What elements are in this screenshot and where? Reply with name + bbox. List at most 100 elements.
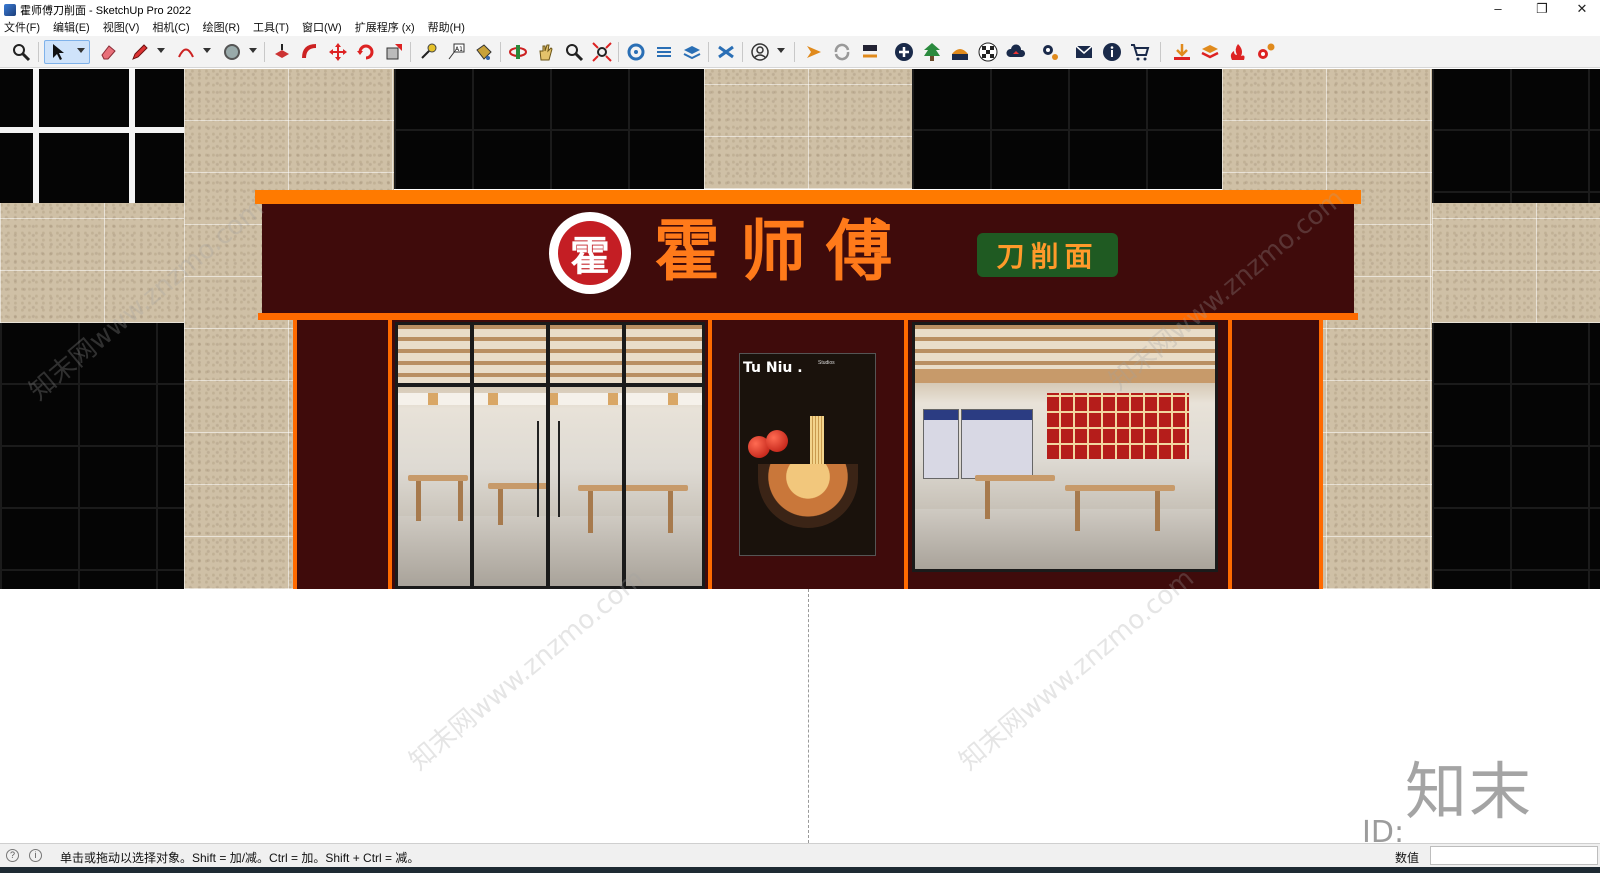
push-pull-icon[interactable] bbox=[270, 40, 294, 64]
axis-guide-line bbox=[808, 589, 809, 843]
pencil-icon[interactable] bbox=[128, 40, 152, 64]
zoom-icon[interactable] bbox=[9, 40, 33, 64]
orange-trim bbox=[904, 320, 908, 589]
menu-file[interactable]: 文件(F) bbox=[4, 19, 40, 35]
menu-tools[interactable]: 工具(T) bbox=[253, 19, 289, 35]
entrance-glass-doors bbox=[395, 322, 705, 589]
menu-help[interactable]: 帮助(H) bbox=[428, 19, 465, 35]
warehouse-icon[interactable] bbox=[624, 40, 648, 64]
tape-measure-icon[interactable] bbox=[416, 40, 440, 64]
circle-icon[interactable] bbox=[220, 40, 244, 64]
door-mullion bbox=[622, 325, 626, 586]
interior-ceiling bbox=[398, 325, 702, 385]
interior-menu-board bbox=[398, 393, 702, 405]
select-dropdown-icon[interactable] bbox=[77, 48, 85, 53]
component-icon[interactable] bbox=[714, 40, 738, 64]
gears-icon[interactable] bbox=[1254, 40, 1278, 64]
circle-dropdown-icon[interactable] bbox=[249, 48, 257, 53]
interior-floor bbox=[915, 509, 1215, 569]
cloud-icon[interactable] bbox=[1004, 40, 1028, 64]
menu-draw[interactable]: 绘图(R) bbox=[203, 19, 240, 35]
upper-window bbox=[394, 69, 704, 189]
sync-icon[interactable] bbox=[802, 40, 826, 64]
window-title: 霍师傅刀削面 - SketchUp Pro 2022 bbox=[20, 4, 192, 17]
window-frame bbox=[33, 69, 39, 203]
eraser-icon[interactable] bbox=[96, 40, 120, 64]
menu-extensions[interactable]: 扩展程序 (x) bbox=[355, 19, 415, 35]
interior-floor bbox=[398, 516, 702, 586]
close-button[interactable]: ✕ bbox=[1564, 0, 1600, 19]
upper-window bbox=[912, 69, 1222, 189]
toolbar-separator bbox=[38, 42, 39, 62]
measurements-input[interactable] bbox=[1430, 846, 1598, 865]
scale-icon[interactable] bbox=[382, 40, 406, 64]
zoom-extents-icon[interactable] bbox=[590, 40, 614, 64]
measurements-label: 数值 bbox=[1395, 851, 1420, 865]
pencil-dropdown-icon[interactable] bbox=[157, 48, 165, 53]
refresh-icon[interactable] bbox=[830, 40, 854, 64]
interior-chair bbox=[1155, 491, 1160, 531]
orange-trim bbox=[293, 320, 297, 589]
extension-icon[interactable] bbox=[652, 40, 676, 64]
menu-view[interactable]: 视图(V) bbox=[103, 19, 140, 35]
cart-icon[interactable] bbox=[1128, 40, 1152, 64]
door-handle bbox=[537, 421, 539, 517]
brand-logo: 霍 bbox=[549, 212, 631, 294]
checker-icon[interactable] bbox=[976, 40, 1000, 64]
promo-poster: Tu Niu . Studios bbox=[739, 353, 876, 556]
arc-dropdown-icon[interactable] bbox=[203, 48, 211, 53]
door-transom bbox=[398, 383, 702, 387]
orbit-icon[interactable] bbox=[506, 40, 530, 64]
door-mullion bbox=[470, 325, 474, 586]
menu-edit[interactable]: 编辑(E) bbox=[53, 19, 90, 35]
info-icon[interactable] bbox=[1100, 40, 1124, 64]
move-icon[interactable] bbox=[326, 40, 350, 64]
settings-icon[interactable] bbox=[1038, 40, 1062, 64]
download-icon[interactable] bbox=[1170, 40, 1194, 64]
stack-icon[interactable] bbox=[1198, 40, 1222, 64]
text-icon[interactable]: A1 bbox=[444, 40, 468, 64]
sketchup-window: 霍师傅刀削面 - SketchUp Pro 2022 – ❐ ✕ 文件(F) 编… bbox=[0, 0, 1600, 873]
chart-icon[interactable] bbox=[948, 40, 972, 64]
orange-trim bbox=[1319, 320, 1323, 589]
toolbar-separator bbox=[410, 42, 411, 62]
paint-bucket-icon[interactable] bbox=[472, 40, 496, 64]
model-viewport[interactable]: 霍 霍师傅 刀削面 Tu Niu . Studios 知末网www.znzmo.… bbox=[0, 69, 1600, 843]
interior-chair bbox=[458, 481, 463, 521]
tree-icon[interactable] bbox=[920, 40, 944, 64]
arc-icon[interactable] bbox=[174, 40, 198, 64]
interior-fridge bbox=[923, 409, 959, 479]
geo-location-icon[interactable]: ? bbox=[6, 849, 19, 862]
mail-icon[interactable] bbox=[1072, 40, 1096, 64]
interior-chair bbox=[588, 491, 593, 533]
toolbar-separator bbox=[794, 42, 795, 62]
interior-chair bbox=[668, 491, 673, 533]
sign-top-trim bbox=[255, 190, 1361, 204]
menu-camera[interactable]: 相机(C) bbox=[152, 19, 189, 35]
status-hint: 单击或拖动以选择对象。Shift = 加/减。Ctrl = 加。Shift + … bbox=[60, 851, 420, 865]
door-handle bbox=[558, 421, 560, 517]
pan-icon[interactable] bbox=[534, 40, 558, 64]
toolbar-separator bbox=[618, 42, 619, 62]
zoom-window-icon[interactable] bbox=[562, 40, 586, 64]
account-dropdown-icon[interactable] bbox=[777, 48, 785, 53]
poster-subtitle: Studios bbox=[818, 360, 835, 366]
add-icon[interactable] bbox=[892, 40, 916, 64]
swap-icon[interactable] bbox=[858, 40, 882, 64]
upper-left-window bbox=[0, 69, 184, 203]
orange-trim bbox=[708, 320, 712, 589]
help-icon[interactable]: i bbox=[29, 849, 42, 862]
interior-feature-wall bbox=[1047, 393, 1189, 459]
toolbar-separator bbox=[264, 42, 265, 62]
menu-window[interactable]: 窗口(W) bbox=[302, 19, 342, 35]
interior-beam bbox=[915, 369, 1215, 383]
stone-wall bbox=[0, 203, 184, 323]
layers-icon[interactable] bbox=[680, 40, 704, 64]
interior-table bbox=[488, 483, 548, 489]
fire-icon[interactable] bbox=[1226, 40, 1250, 64]
maximize-button[interactable]: ❐ bbox=[1524, 0, 1560, 19]
follow-me-icon[interactable] bbox=[298, 40, 322, 64]
minimize-button[interactable]: – bbox=[1480, 0, 1516, 19]
account-icon[interactable] bbox=[748, 40, 772, 64]
rotate-icon[interactable] bbox=[354, 40, 378, 64]
